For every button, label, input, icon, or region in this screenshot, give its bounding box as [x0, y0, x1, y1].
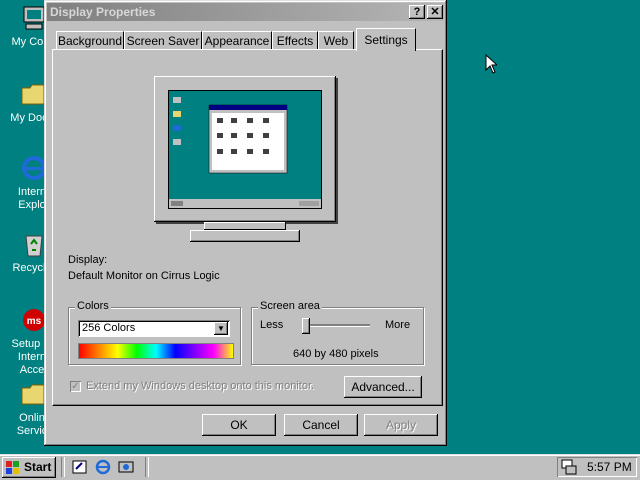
- monitor-base: [190, 230, 300, 242]
- help-button[interactable]: ?: [409, 5, 425, 19]
- screen-area-slider-track[interactable]: [306, 324, 370, 327]
- color-spectrum-bar: [78, 343, 234, 359]
- tab-settings[interactable]: Settings: [356, 28, 416, 51]
- clock[interactable]: 5:57 PM: [587, 457, 632, 477]
- colors-dropdown[interactable]: 256 Colors ▼: [78, 320, 230, 337]
- start-label: Start: [24, 460, 52, 474]
- start-button[interactable]: Start: [2, 457, 56, 478]
- screen-area-value: 640 by 480 pixels: [293, 348, 379, 360]
- desktop-shortcut-icon[interactable]: [72, 459, 88, 475]
- colors-dropdown-value: 256 Colors: [82, 322, 136, 334]
- tab-appearance[interactable]: Appearance: [202, 31, 272, 50]
- tab-screen-saver[interactable]: Screen Saver: [124, 31, 202, 50]
- display-label: Display:: [68, 254, 108, 266]
- title-bar[interactable]: Display Properties ? ✕: [47, 3, 444, 21]
- advanced-button[interactable]: Advanced...: [344, 376, 422, 398]
- ok-button[interactable]: OK: [202, 414, 276, 436]
- monitor-preview: [154, 76, 336, 222]
- tab-effects[interactable]: Effects: [272, 31, 318, 50]
- extend-desktop-checkbox[interactable]: ✓: [70, 381, 81, 392]
- monitor-screen: [168, 90, 322, 209]
- screen-area-slider-thumb[interactable]: [302, 318, 310, 334]
- chevron-down-icon[interactable]: ▼: [214, 322, 228, 335]
- screen-area-group-label: Screen area: [258, 300, 322, 312]
- mouse-cursor-icon: [485, 54, 497, 74]
- desktop-preview-image: [169, 97, 321, 208]
- monitor-neck: [204, 222, 286, 230]
- screen-area-less-label: Less: [260, 319, 284, 331]
- colors-group-label: Colors: [75, 300, 111, 312]
- taskbar-divider: [61, 457, 65, 477]
- extend-desktop-label: Extend my Windows desktop onto this moni…: [86, 380, 315, 392]
- display-properties-window: Display Properties ? ✕ Background Screen…: [44, 0, 447, 446]
- svg-text:ms: ms: [27, 316, 42, 327]
- display-value: Default Monitor on Cirrus Logic: [68, 270, 220, 282]
- channels-icon[interactable]: [118, 459, 134, 475]
- windows-logo-icon: [6, 461, 19, 474]
- window-title: Display Properties: [50, 5, 156, 19]
- tab-background[interactable]: Background: [56, 31, 124, 50]
- screen-area-more-label: More: [385, 319, 411, 331]
- close-button[interactable]: ✕: [427, 5, 443, 19]
- internet-explorer-icon[interactable]: [95, 459, 111, 475]
- apply-button[interactable]: Apply: [364, 414, 438, 436]
- tab-web[interactable]: Web: [318, 31, 354, 50]
- system-tray: 5:57 PM: [557, 457, 637, 477]
- taskbar: Start 5:57 PM: [0, 454, 640, 480]
- display-settings-icon[interactable]: [561, 459, 577, 475]
- taskbar-divider: [145, 457, 149, 477]
- cancel-button[interactable]: Cancel: [284, 414, 358, 436]
